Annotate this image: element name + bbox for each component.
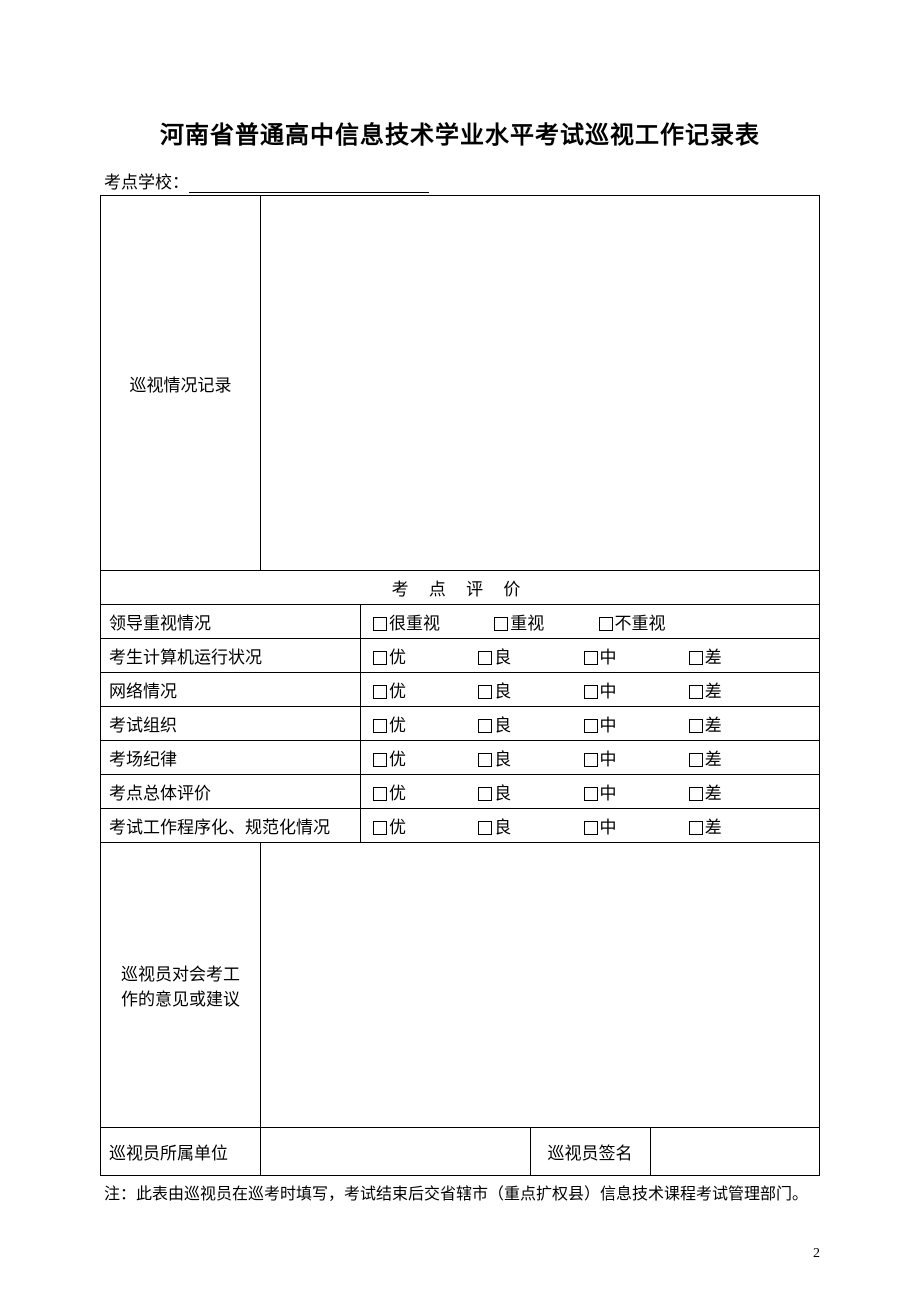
opt-label: 中 (600, 818, 617, 837)
opt-label: 差 (705, 784, 722, 803)
checkbox-icon[interactable] (584, 685, 598, 699)
opt-label: 优 (389, 716, 406, 735)
opt-label: 差 (705, 716, 722, 735)
checkbox-icon[interactable] (494, 617, 508, 631)
opt-label: 良 (494, 818, 511, 837)
main-table: 巡视情况记录 考 点 评 价 领导重视情况 很重视 重视 不重视 考生计算机运行… (100, 195, 820, 1176)
opt-label: 不重视 (615, 614, 666, 633)
opt-label: 优 (389, 682, 406, 701)
sign-label-cell: 巡视员签名 (530, 1128, 650, 1176)
opt-label: 中 (600, 716, 617, 735)
row-network-label: 网络情况 (101, 673, 361, 707)
row-computer-label: 考生计算机运行状况 (101, 639, 361, 673)
checkbox-icon[interactable] (478, 651, 492, 665)
opt-label: 差 (705, 648, 722, 667)
opinion-label-cell: 巡视员对会考工作的意见或建议 (101, 843, 261, 1128)
checkbox-icon[interactable] (689, 787, 703, 801)
opt-label: 差 (705, 682, 722, 701)
evaluation-section-header: 考 点 评 价 (101, 571, 820, 605)
opt-label: 良 (494, 750, 511, 769)
checkbox-icon[interactable] (584, 753, 598, 767)
sign-input-cell[interactable] (650, 1128, 820, 1176)
checkbox-icon[interactable] (373, 651, 387, 665)
row-procedure-options: 优 良 中 差 (361, 809, 820, 843)
checkbox-icon[interactable] (478, 821, 492, 835)
opt-label: 优 (389, 818, 406, 837)
checkbox-icon[interactable] (689, 685, 703, 699)
opt-label: 很重视 (389, 614, 440, 633)
opt-label: 优 (389, 750, 406, 769)
opt-label: 良 (494, 682, 511, 701)
checkbox-icon[interactable] (584, 787, 598, 801)
checkbox-icon[interactable] (373, 685, 387, 699)
opt-label: 良 (494, 716, 511, 735)
document-title: 河南省普通高中信息技术学业水平考试巡视工作记录表 (100, 115, 820, 150)
checkbox-icon[interactable] (584, 651, 598, 665)
school-line: 考点学校： (100, 168, 820, 193)
row-discipline-options: 优 良 中 差 (361, 741, 820, 775)
opt-label: 重视 (510, 614, 544, 633)
checkbox-icon[interactable] (373, 753, 387, 767)
opt-label: 良 (494, 648, 511, 667)
opt-label: 优 (389, 648, 406, 667)
school-label: 考点学校： (104, 173, 189, 192)
row-procedure-label: 考试工作程序化、规范化情况 (101, 809, 361, 843)
row-organization-options: 优 良 中 差 (361, 707, 820, 741)
row-organization-label: 考试组织 (101, 707, 361, 741)
row-overall-label: 考点总体评价 (101, 775, 361, 809)
page-number: 2 (813, 1246, 820, 1262)
unit-input-cell[interactable] (261, 1128, 531, 1176)
record-content-cell[interactable] (261, 196, 820, 571)
checkbox-icon[interactable] (584, 719, 598, 733)
opt-label: 优 (389, 784, 406, 803)
checkbox-icon[interactable] (373, 617, 387, 631)
opt-label: 良 (494, 784, 511, 803)
opinion-content-cell[interactable] (261, 843, 820, 1128)
checkbox-icon[interactable] (478, 719, 492, 733)
row-leadership-options: 很重视 重视 不重视 (361, 605, 820, 639)
row-network-options: 优 良 中 差 (361, 673, 820, 707)
row-computer-options: 优 良 中 差 (361, 639, 820, 673)
checkbox-icon[interactable] (478, 753, 492, 767)
record-label-cell: 巡视情况记录 (101, 196, 261, 571)
opt-label: 差 (705, 818, 722, 837)
school-input-line[interactable] (189, 175, 429, 193)
row-overall-options: 优 良 中 差 (361, 775, 820, 809)
row-discipline-label: 考场纪律 (101, 741, 361, 775)
opt-label: 中 (600, 682, 617, 701)
footnote: 注：此表由巡视员在巡考时填写，考试结束后交省辖市（重点扩权县）信息技术课程考试管… (100, 1182, 820, 1208)
opt-label: 差 (705, 750, 722, 769)
checkbox-icon[interactable] (373, 719, 387, 733)
checkbox-icon[interactable] (689, 753, 703, 767)
row-leadership-label: 领导重视情况 (101, 605, 361, 639)
checkbox-icon[interactable] (478, 787, 492, 801)
checkbox-icon[interactable] (373, 787, 387, 801)
opt-label: 中 (600, 750, 617, 769)
checkbox-icon[interactable] (478, 685, 492, 699)
checkbox-icon[interactable] (689, 651, 703, 665)
checkbox-icon[interactable] (599, 617, 613, 631)
checkbox-icon[interactable] (689, 719, 703, 733)
checkbox-icon[interactable] (373, 821, 387, 835)
checkbox-icon[interactable] (689, 821, 703, 835)
unit-label-cell: 巡视员所属单位 (101, 1128, 261, 1176)
checkbox-icon[interactable] (584, 821, 598, 835)
opt-label: 中 (600, 784, 617, 803)
opt-label: 中 (600, 648, 617, 667)
